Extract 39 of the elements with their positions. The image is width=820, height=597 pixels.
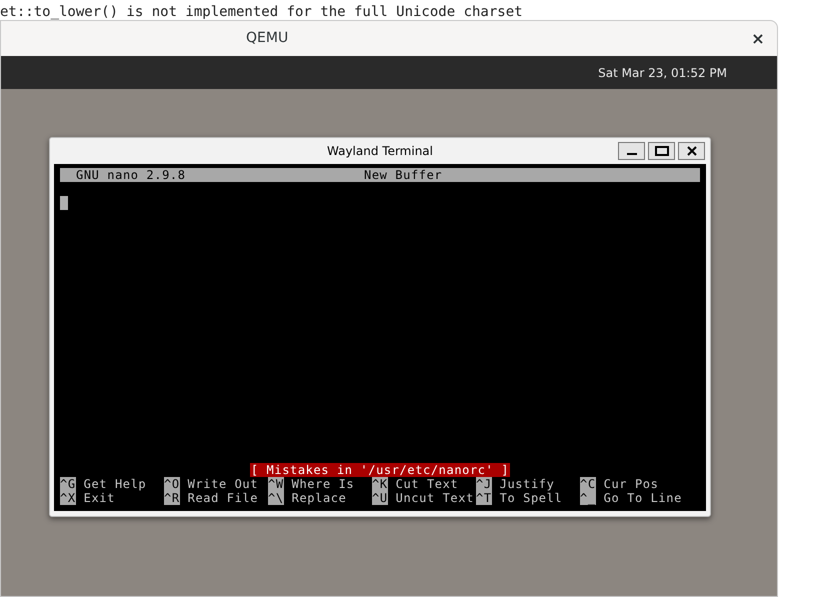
close-button[interactable]: × <box>749 30 767 48</box>
shortcut-label: To Spell <box>500 491 562 505</box>
close-button[interactable] <box>678 142 705 160</box>
shortcut-key: ^J <box>476 477 492 491</box>
shortcut-label: Uncut Text <box>396 491 474 505</box>
shortcut-label: Exit <box>84 491 115 505</box>
buffer-name: New Buffer <box>364 169 442 181</box>
status-message: [ Mistakes in '/usr/etc/nanorc' ] <box>250 463 510 477</box>
shortcut-key: ^R <box>164 491 180 505</box>
shortcut-key: ^T <box>476 491 492 505</box>
clock: Sat Mar 23, 01:52 PM <box>598 64 727 82</box>
shortcut-label: Where Is <box>292 477 354 491</box>
minimize-icon <box>626 153 636 155</box>
shortcut-label: Read File <box>188 491 258 505</box>
console-line: et::to_lower() is not implemented for the full Unicode charset <box>0 4 523 20</box>
shortcut-label: Go To Line <box>604 491 682 505</box>
close-icon <box>686 146 696 156</box>
shortcut-label: Replace <box>292 491 346 505</box>
shortcut-key: ^X <box>60 491 76 505</box>
nano-version: GNU nano 2.9.8 <box>76 169 187 181</box>
shortcut-key: ^C <box>580 477 596 491</box>
shortcut-label: Cur Pos <box>604 477 658 491</box>
shortcut-key: ^O <box>164 477 180 491</box>
shortcut-label: Get Help <box>84 477 146 491</box>
shortcut-label: Justify <box>500 477 554 491</box>
shortcut-key: ^K <box>372 477 388 491</box>
shortcut-key: ^W <box>268 477 284 491</box>
shortcut-label: Write Out <box>188 477 258 491</box>
maximize-icon <box>654 146 668 156</box>
maximize-button[interactable] <box>648 142 675 160</box>
minimize-button[interactable] <box>618 142 645 160</box>
shortcut-label: Cut Text <box>396 477 458 491</box>
shortcut-key: ^U <box>372 491 388 505</box>
terminal-title: Wayland Terminal <box>327 143 433 160</box>
shortcut-key: ^_ <box>580 491 596 505</box>
window-title: QEMU <box>246 29 288 48</box>
shortcut-key: ^G <box>60 477 76 491</box>
text-cursor <box>60 196 68 210</box>
shortcut-key: ^\ <box>268 491 284 505</box>
